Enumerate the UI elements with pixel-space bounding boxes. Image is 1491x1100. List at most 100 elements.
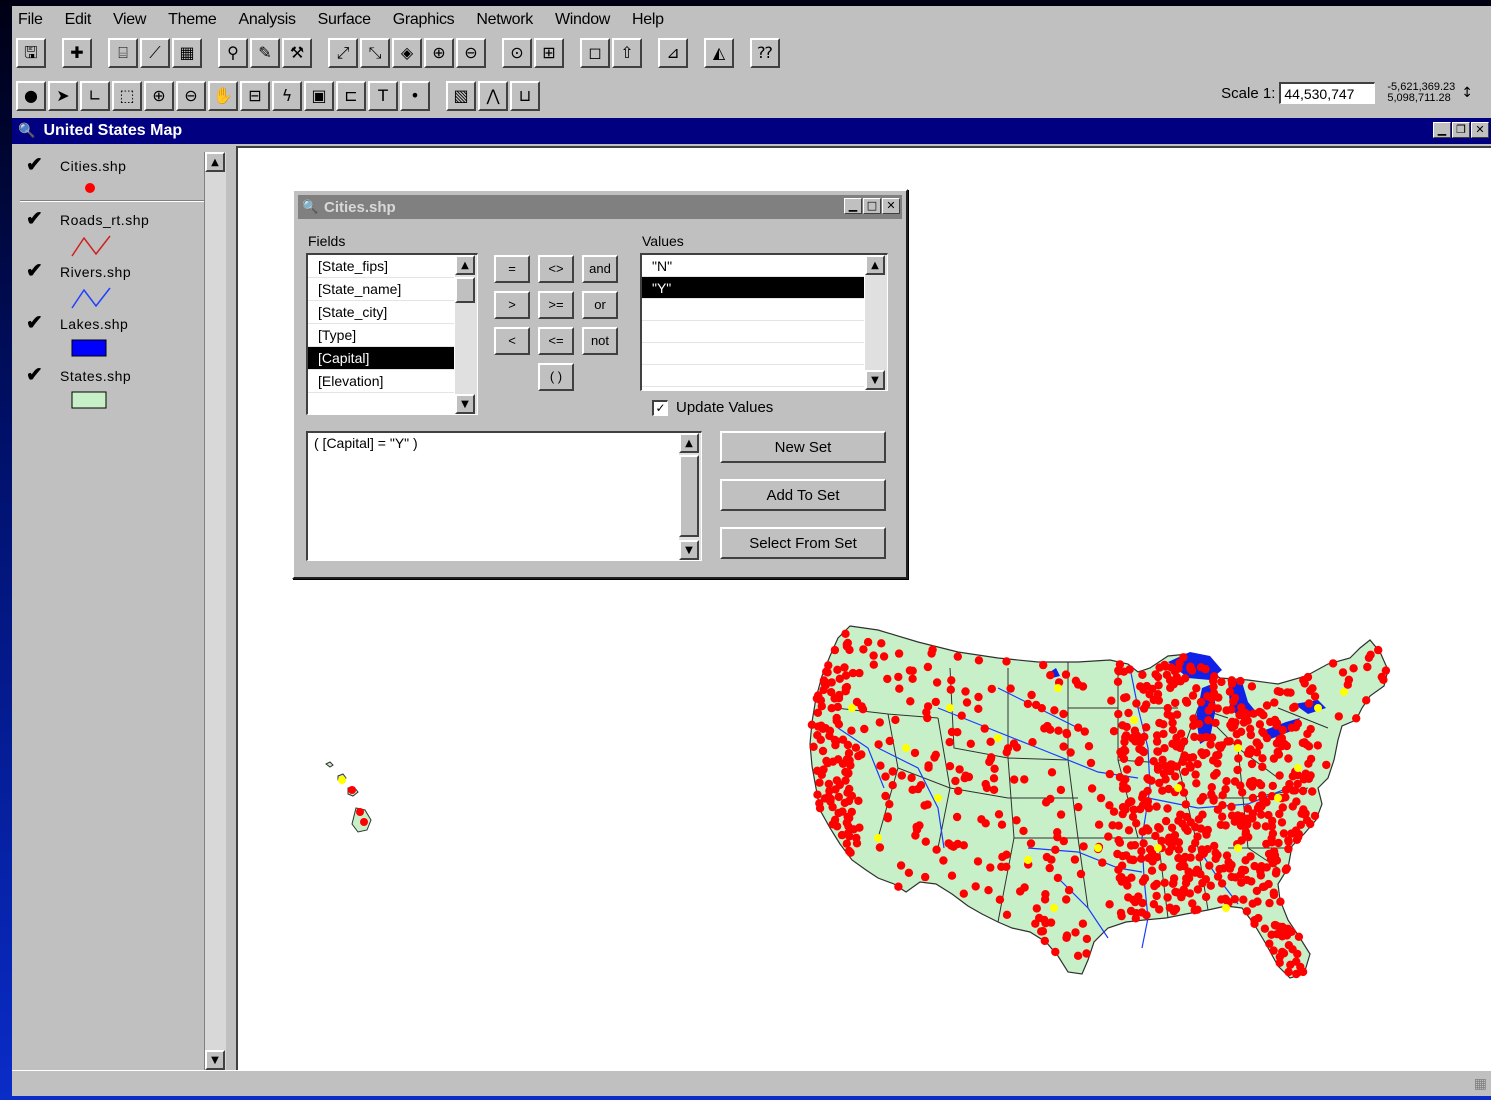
operator-greater-than-button[interactable]: > [494, 291, 530, 319]
field-item[interactable]: [State_name] [308, 278, 454, 301]
scroll-down-icon[interactable]: ▼ [679, 540, 699, 560]
zoom-previous-button[interactable]: ⊙ [502, 38, 532, 68]
operator-parentheses-button[interactable]: ( ) [538, 363, 574, 391]
zoom-in-fixed-button[interactable]: ⊕ [424, 38, 454, 68]
select-features-button[interactable]: ⊞ [534, 38, 564, 68]
fields-scrollbar[interactable]: ▲ ▼ [455, 255, 477, 414]
scroll-down-icon[interactable]: ▼ [205, 1050, 225, 1070]
locate-address-button[interactable]: ✎ [250, 38, 280, 68]
operator-less-than-button[interactable]: < [494, 327, 530, 355]
fields-listbox[interactable]: [State_fips] [State_name] [State_city] [Typ… [306, 253, 478, 415]
scroll-thumb[interactable] [679, 455, 699, 537]
draw-point-button[interactable]: • [400, 81, 430, 111]
query-dialog-title-bar[interactable]: 🔍 Cities.shp ▁ □ ✕ [298, 195, 902, 219]
help-button[interactable]: ⁇ [750, 38, 780, 68]
map-display[interactable]: 🔍 Cities.shp ▁ □ ✕ Fields [State_fips] [S… [236, 146, 1491, 1070]
menu-graphics[interactable]: Graphics [393, 11, 455, 29]
operator-not-equals-button[interactable]: <> [538, 255, 574, 283]
operator-and-button[interactable]: and [582, 255, 618, 283]
measure-button[interactable]: ⊟ [240, 81, 270, 111]
menu-analysis[interactable]: Analysis [238, 11, 295, 29]
select-feature-button[interactable]: ⬚ [112, 81, 142, 111]
update-values-option[interactable]: ✓ Update Values [652, 399, 773, 416]
theme-lakes[interactable]: ✔ Lakes.shp [26, 310, 216, 362]
scroll-up-icon[interactable]: ▲ [865, 255, 885, 275]
theme-visible-checkbox[interactable]: ✔ [26, 152, 43, 177]
union-button[interactable]: ⊔ [510, 81, 540, 111]
query-builder-button[interactable]: ⚒ [282, 38, 312, 68]
operator-less-equal-button[interactable]: <= [538, 327, 574, 355]
promote-button[interactable]: ⇧ [612, 38, 642, 68]
value-item[interactable] [642, 321, 864, 343]
save-button[interactable]: 🖫 [16, 38, 46, 68]
text-tool-button[interactable]: T [368, 81, 398, 111]
values-listbox[interactable]: "N" "Y" ▲ ▼ [640, 253, 888, 391]
layout-button[interactable]: ◭ [704, 38, 734, 68]
menu-file[interactable]: File [18, 11, 43, 29]
operator-equals-button[interactable]: = [494, 255, 530, 283]
field-item[interactable]: [Elevation] [308, 370, 454, 393]
chart-button[interactable]: ⊿ [658, 38, 688, 68]
menu-theme[interactable]: Theme [168, 11, 217, 29]
zoom-out-button[interactable]: ⊖ [176, 81, 206, 111]
theme-properties-button[interactable]: ⌸ [108, 38, 138, 68]
menu-surface[interactable]: Surface [318, 11, 371, 29]
update-values-checkbox[interactable]: ✓ [652, 399, 668, 416]
theme-roads[interactable]: ✔ Roads_rt.shp [26, 206, 216, 258]
field-item[interactable]: [State_fips] [308, 255, 454, 278]
theme-visible-checkbox[interactable]: ✔ [26, 206, 43, 231]
open-table-button[interactable]: ▦ [172, 38, 202, 68]
query-expression-field[interactable]: ( [Capital] = "Y" ) ▲ ▼ [306, 431, 702, 561]
menu-view[interactable]: View [113, 11, 147, 29]
identify-button[interactable]: ● [16, 81, 46, 111]
zoom-selected-button[interactable]: ◈ [392, 38, 422, 68]
operator-greater-equal-button[interactable]: >= [538, 291, 574, 319]
hotlink-button[interactable]: ϟ [272, 81, 302, 111]
scroll-down-icon[interactable]: ▼ [865, 370, 885, 390]
menu-help[interactable]: Help [632, 11, 664, 29]
menu-window[interactable]: Window [555, 11, 610, 29]
values-scrollbar[interactable]: ▲ ▼ [865, 255, 887, 390]
scroll-thumb[interactable] [455, 277, 475, 303]
edit-legend-button[interactable]: ⟋ [140, 38, 170, 68]
scroll-up-icon[interactable]: ▲ [455, 255, 475, 275]
new-set-button[interactable]: New Set [720, 431, 886, 463]
value-item[interactable] [642, 299, 864, 321]
toc-scrollbar[interactable]: ▲ ▼ [204, 152, 226, 1070]
operator-or-button[interactable]: or [582, 291, 618, 319]
scale-input[interactable] [1279, 82, 1376, 104]
menu-edit[interactable]: Edit [65, 11, 92, 29]
scroll-up-icon[interactable]: ▲ [679, 433, 699, 453]
expression-scrollbar[interactable]: ▲ ▼ [679, 433, 701, 560]
value-item[interactable]: "Y" [642, 277, 864, 299]
zoom-full-extent-button[interactable]: ⤢ [328, 38, 358, 68]
clear-selection-button[interactable]: ◻ [580, 38, 610, 68]
label-button[interactable]: ⊏ [336, 81, 366, 111]
zoom-out-fixed-button[interactable]: ⊖ [456, 38, 486, 68]
theme-visible-checkbox[interactable]: ✔ [26, 310, 43, 335]
minimize-dialog-button[interactable]: ▁ [844, 198, 862, 214]
add-theme-button[interactable]: ✚ [62, 38, 92, 68]
close-view-button[interactable]: ✕ [1471, 122, 1489, 138]
theme-rivers[interactable]: ✔ Rivers.shp [26, 258, 216, 310]
value-item[interactable] [642, 343, 864, 365]
operator-not-button[interactable]: not [582, 327, 618, 355]
find-button[interactable]: ⚲ [218, 38, 248, 68]
value-item[interactable]: "N" [642, 255, 864, 277]
minimize-view-button[interactable]: ▁ [1433, 122, 1451, 138]
pointer-button[interactable]: ➤ [48, 81, 78, 111]
menu-network[interactable]: Network [476, 11, 533, 29]
field-item[interactable]: [Type] [308, 324, 454, 347]
theme-visible-checkbox[interactable]: ✔ [26, 258, 43, 283]
maximize-dialog-button[interactable]: □ [863, 198, 881, 214]
field-item[interactable]: [State_city] [308, 301, 454, 324]
resize-grip-icon[interactable]: ▦ [1474, 1075, 1487, 1092]
snap-button[interactable]: ▧ [446, 81, 476, 111]
add-to-set-button[interactable]: Add To Set [720, 479, 886, 511]
area-of-interest-button[interactable]: ▣ [304, 81, 334, 111]
theme-cities[interactable]: ✔ Cities.shp [26, 152, 216, 204]
close-dialog-button[interactable]: ✕ [882, 198, 900, 214]
theme-states[interactable]: ✔ States.shp [26, 362, 216, 414]
split-button[interactable]: ⋀ [478, 81, 508, 111]
theme-visible-checkbox[interactable]: ✔ [26, 362, 43, 387]
